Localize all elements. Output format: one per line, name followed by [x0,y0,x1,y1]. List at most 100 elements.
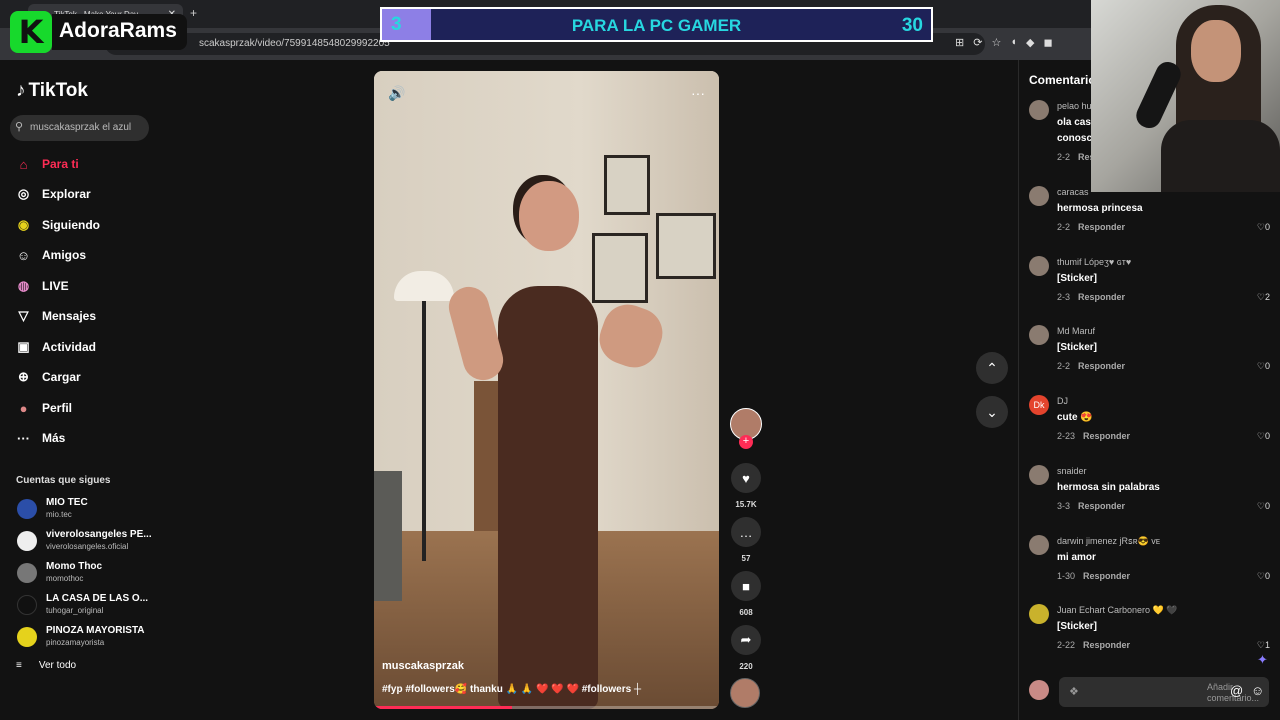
nav-cargar[interactable]: ⊕ Cargar [14,363,154,391]
streamer-face [1191,20,1241,82]
mention-icon[interactable]: @ [1230,683,1243,698]
comment-input[interactable]: ❖ Añadir comentario... @ ☺ [1059,677,1269,707]
followed-account[interactable]: LA CASA DE LAS O... tuhogar_original [16,592,156,622]
user-avatar [1029,680,1049,700]
share-icon: ➦ [740,632,752,647]
webcam-overlay [1091,0,1280,192]
comment-like-button[interactable]: ♡2 [1257,292,1270,303]
avatar[interactable] [1029,100,1049,120]
nav-mas[interactable]: ··· Más [14,424,154,452]
reload-icon[interactable]: ⟳ [973,36,982,49]
next-video-button[interactable]: ⌄ [976,396,1008,428]
nav-mensajes[interactable]: ▽ Mensajes [14,302,154,330]
extension-icon[interactable]: ◆ [1026,36,1034,49]
account-handle: mio.tec [46,510,72,519]
avatar[interactable] [1029,186,1049,206]
sticker-icon[interactable]: ❖ [1069,685,1079,698]
comment-like-button[interactable]: ♡0 [1257,361,1270,372]
nav-para-ti[interactable]: ⌂ Para ti [14,150,154,178]
reply-button[interactable]: Responder [1083,571,1130,581]
home-icon: ⌂ [19,156,28,172]
extension-toolbar: ⊞ ⟳ ☆ ◖ ◆ ◼ [955,36,1053,49]
tiktok-logo[interactable]: ♪ TikTok [16,80,88,102]
see-all-link[interactable]: ≡ Ver todo [16,660,76,671]
avatar[interactable] [1029,535,1049,555]
reply-button[interactable]: Responder [1083,640,1130,650]
sofa [374,471,402,601]
search-input[interactable]: ⚲ muscakasprzak el azul [10,115,149,141]
video-player[interactable]: 🔊 ··· muscakasprzak #fyp #followers🥰 tha… [374,71,719,709]
reply-button[interactable]: Responder [1078,361,1125,371]
video-caption[interactable]: #fyp #followers🥰 thanku 🙏 🙏 ❤️ ❤️ ❤️ #fo… [382,684,641,695]
nav-label: LIVE [42,279,69,293]
nav-live[interactable]: ◍ LIVE [14,272,154,300]
sidebar: ♪ TikTok ⚲ muscakasprzak el azul ⌂ Para … [0,60,160,720]
goal-text: PARA LA PC GAMER [571,16,742,35]
comment-like-button[interactable]: ♡1 [1257,640,1270,651]
share-button[interactable]: ➦ [731,625,761,655]
comment-like-button[interactable]: ♡0 [1257,222,1270,233]
like-button[interactable]: ♥ [731,463,761,493]
video-author[interactable]: muscakasprzak [382,660,464,672]
comment-user[interactable]: Md Maruf [1057,326,1095,336]
avatar[interactable] [1029,604,1049,624]
followed-account[interactable]: Momo Thoc momothoc [16,560,156,590]
save-button[interactable]: ■ [731,571,761,601]
comment-button[interactable]: … [731,517,761,547]
followed-account[interactable]: MIO TEC mio.tec [16,496,156,526]
reply-button[interactable]: Responder [1078,292,1125,302]
avatar[interactable] [1029,465,1049,485]
extension-icon[interactable]: ◼ [1043,36,1052,49]
comment-text: hermosa sin palabras [1057,482,1160,493]
list-icon: ≡ [16,660,22,671]
bookmark-star-icon[interactable]: ☆ [991,36,1001,49]
dress [498,286,598,709]
previous-video-button[interactable]: ⌃ [976,352,1008,384]
new-tab-button[interactable]: + [190,6,197,20]
tiktok-note-icon: ♪ [16,80,26,101]
head [519,181,579,251]
account-handle: pinozamayorista [46,638,105,647]
avatar[interactable] [1029,325,1049,345]
save-count: 608 [739,608,753,617]
nav-actividad[interactable]: ▣ Actividad [14,333,154,361]
account-avatar [17,595,37,615]
reply-button[interactable]: Responder [1078,501,1125,511]
video-progress-bar[interactable] [374,706,719,709]
sound-avatar[interactable] [730,678,760,708]
followed-account[interactable]: PINOZA MAYORISTA pinozamayorista [16,624,156,654]
emoji-icon[interactable]: ☺ [1251,683,1264,698]
comment-user[interactable]: snaider [1057,466,1087,476]
avatar[interactable] [1029,256,1049,276]
more-options-icon[interactable]: ··· [691,85,705,101]
see-all-label: Ver todo [38,660,77,671]
nav-siguiendo[interactable]: ◉ Siguiendo [14,211,154,239]
more-icon: ··· [17,430,30,446]
comment-date: 2-2 [1057,361,1071,371]
reply-button[interactable]: Responder [1078,222,1125,232]
comment-user[interactable]: darwin jimenez jRꜱʀ😎 ᴠᴇ [1057,536,1160,547]
comment-like-button[interactable]: ♡0 [1257,571,1270,582]
nav-label: Amigos [42,248,87,262]
extension-icon[interactable]: ◖ [1010,36,1017,49]
avatar[interactable]: Dk [1029,395,1049,415]
comment-like-button[interactable]: ♡0 [1257,431,1270,442]
comment-user[interactable]: DJ [1057,396,1068,406]
comment-item: thumif Lópeʒ♥ ɢᴛ♥ [Sticker] 2-3 Responde… [1029,256,1273,318]
comment-date: 2-2 [1057,222,1071,232]
comment-user[interactable]: thumif Lópeʒ♥ ɢᴛ♥ [1057,257,1131,267]
comment-like-button[interactable]: ♡0 [1257,501,1270,512]
comment-user[interactable]: Juan Echart Carbonero 💛 🖤 [1057,605,1177,616]
nav-perfil[interactable]: ● Perfil [14,394,154,422]
translate-icon[interactable]: ⊞ [955,36,964,49]
comment-item: darwin jimenez jRꜱʀ😎 ᴠᴇ mi amor 1-30 Res… [1029,535,1273,597]
follow-button[interactable]: + [739,435,753,449]
nav-amigos[interactable]: ☺ Amigos [14,241,154,269]
followed-account[interactable]: viverolosangeles PE... viverolosangeles.… [16,528,156,558]
nav-explorar[interactable]: ◎ Explorar [14,180,154,208]
wall-picture [656,213,716,279]
reply-button[interactable]: Responder [1083,431,1130,441]
comment-user[interactable]: caracas [1057,187,1089,197]
volume-icon[interactable]: 🔊 [388,85,405,102]
bookmark-icon: ■ [742,578,750,594]
